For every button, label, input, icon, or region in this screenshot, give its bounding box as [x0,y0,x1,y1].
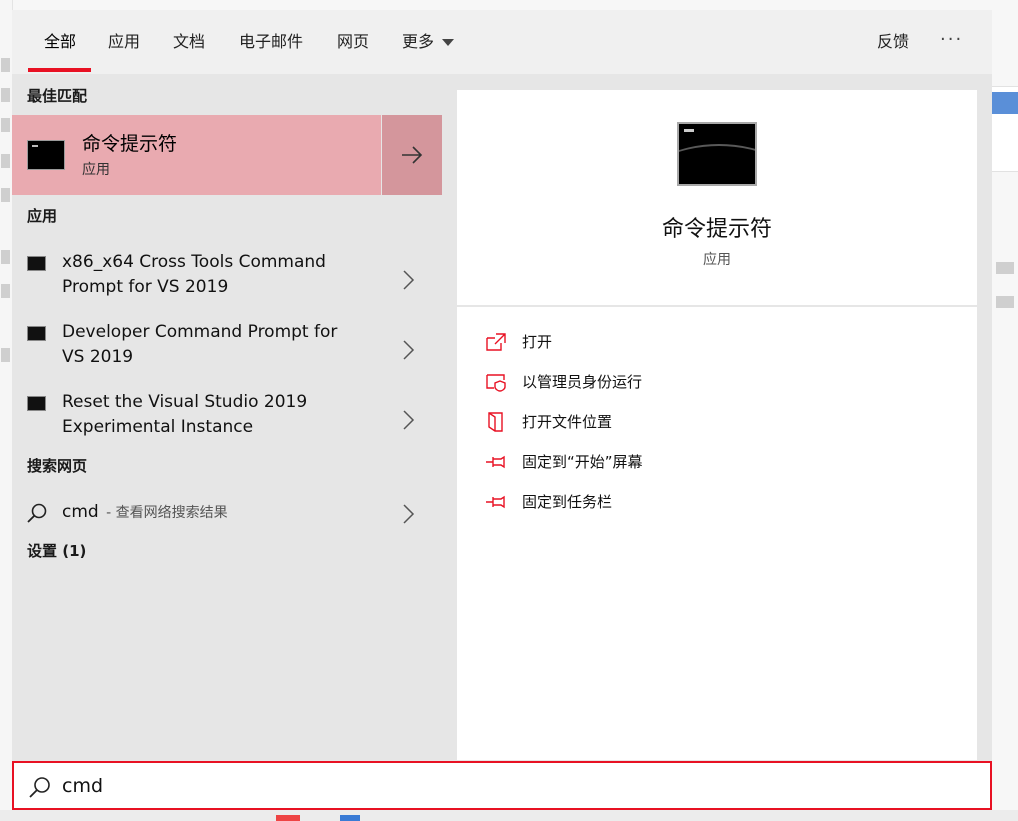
background-taskbar [0,810,1018,821]
background-text-fragment [996,296,1014,308]
pin-icon [486,495,505,509]
caret-down-icon [442,39,455,46]
action-label: 打开文件位置 [522,413,613,431]
action-label: 以管理员身份运行 [522,373,643,391]
background-text-fragment [1,58,10,72]
tab-documents[interactable]: 文档 [173,30,205,54]
tab-email-label: 电子邮件 [239,32,304,51]
background-text-fragment [1,348,10,362]
app-item-label: Developer Command Prompt for VS 2019 [62,322,338,367]
section-best-match: 最佳匹配 [27,87,88,105]
action-pin-to-start[interactable]: 固定到“开始”屏幕 [485,449,885,475]
tab-more[interactable]: 更多 [402,30,455,54]
action-run-as-admin[interactable]: 以管理员身份运行 [485,369,885,395]
feedback-button[interactable]: 反馈 [877,30,909,54]
command-prompt-icon [677,122,757,186]
web-search-hint: - 查看网络搜索结果 [106,505,228,521]
background-banner [992,92,1018,114]
search-input[interactable] [62,773,562,799]
command-prompt-icon [27,256,46,271]
action-label: 打开 [522,333,553,351]
list-item[interactable]: Reset the Visual Studio 2019 Experimenta… [12,384,442,448]
command-prompt-icon [27,396,46,411]
action-open[interactable]: 打开 [485,329,885,355]
background-text-fragment [996,262,1014,274]
tab-web-label: 网页 [337,32,370,51]
tab-more-label: 更多 [402,32,435,51]
pin-icon [486,455,505,469]
app-item-label: Reset the Visual Studio 2019 Experimenta… [62,392,308,437]
search-box[interactable] [12,761,992,810]
command-prompt-icon [27,326,46,341]
filter-tab-bar: 全部 应用 文档 电子邮件 网页 更多 反馈 ··· [12,10,992,74]
detail-title: 命令提示符 [661,217,772,242]
best-match-item[interactable]: 命令提示符 应用 [12,115,381,195]
background-text-fragment [1,118,10,132]
action-pin-to-taskbar[interactable]: 固定到任务栏 [485,489,885,515]
open-icon [486,333,506,351]
detail-header: 命令提示符 应用 [457,90,977,305]
active-tab-indicator [28,68,91,72]
detail-actions: 打开 以管理员身份运行 打开文件位置 固定到“开始”屏幕 固定到任务栏 [457,307,977,760]
app-item-label: x86_x64 Cross Tools Command Prompt for V… [62,252,326,297]
action-label: 固定到“开始”屏幕 [522,453,643,471]
tab-email[interactable]: 电子邮件 [239,30,303,54]
background-taskbar-item [276,815,300,821]
action-label: 固定到任务栏 [522,493,613,511]
tab-all-label: 全部 [44,32,77,51]
background-text-fragment [1,88,10,102]
section-settings[interactable]: 设置 (1) [27,541,86,561]
file-location-icon [488,412,503,432]
section-apps: 应用 [27,207,58,225]
background-text-fragment [1,188,10,202]
list-item[interactable]: x86_x64 Cross Tools Command Prompt for V… [12,244,442,308]
web-search-text: cmd - 查看网络搜索结果 [62,500,228,525]
chevron-right-icon [403,340,415,360]
section-search-web: 搜索网页 [27,457,88,475]
tab-apps-label: 应用 [108,32,141,51]
background-text-fragment [1,284,10,298]
background-toolbar [0,0,1018,10]
best-match-title: 命令提示符 [82,133,178,155]
background-taskbar-item [340,815,360,821]
command-prompt-icon [27,140,65,170]
search-flyout: 全部 应用 文档 电子邮件 网页 更多 反馈 ··· 最佳匹配 命令提示符 应用… [12,10,992,810]
background-text-fragment [1,250,10,264]
results-list: 最佳匹配 命令提示符 应用 应用 x86_x64 Cross Tools Com… [12,74,442,760]
arrow-right-icon [402,146,423,164]
detail-subtitle: 应用 [703,252,731,268]
background-text-fragment [1,154,10,168]
chevron-right-icon [403,270,415,290]
action-open-file-location[interactable]: 打开文件位置 [485,409,885,435]
tab-apps[interactable]: 应用 [108,30,140,54]
tab-all[interactable]: 全部 [44,30,76,54]
search-icon [29,777,50,798]
run-as-admin-icon [486,374,506,392]
tab-web[interactable]: 网页 [337,30,369,54]
tab-documents-label: 文档 [173,32,206,51]
best-match-subtitle: 应用 [82,162,110,178]
search-icon [27,503,47,523]
web-search-query: cmd [62,502,99,522]
list-item[interactable]: Developer Command Prompt for VS 2019 [12,314,442,378]
web-search-item[interactable]: cmd - 查看网络搜索结果 [12,492,442,532]
chevron-right-icon [403,410,415,430]
chevron-right-icon [403,504,415,524]
best-match-expand-button[interactable] [382,115,442,195]
more-options-button[interactable]: ··· [940,28,963,52]
